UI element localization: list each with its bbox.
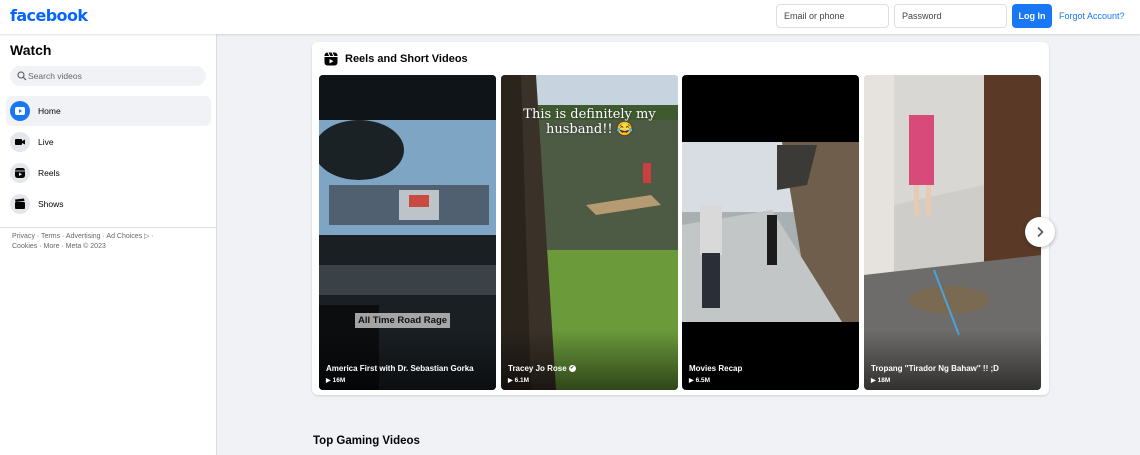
email-field[interactable] <box>776 4 889 28</box>
reel-views: ▶ 18M <box>871 377 891 384</box>
chevron-right-icon <box>1037 226 1044 238</box>
top-bar: facebook Log In Forgot Account? <box>0 0 1140 34</box>
verified-badge-icon: ✔ <box>568 365 576 373</box>
sidebar-item-shows[interactable]: Shows <box>6 189 211 219</box>
reel-card[interactable]: Tropang ''Tirador Ng Bahaw'' !! ;D ▶ 18M <box>864 75 1041 390</box>
sidebar-item-label: Reels <box>38 168 60 178</box>
reel-card[interactable]: Movies Recap ▶ 6.5M <box>682 75 859 390</box>
play-icon: ▶ <box>508 378 513 384</box>
gaming-section-title: Top Gaming Videos <box>313 435 420 447</box>
reel-views: ▶ 6.5M <box>689 377 711 384</box>
sidebar-item-label: Home <box>38 106 61 116</box>
reel-overlay-text: All Time Road Rage <box>355 313 451 328</box>
sidebar: Watch Home Live Reels Shows Privacy · Te… <box>0 34 217 455</box>
clapperboard-icon <box>10 194 30 214</box>
sidebar-title: Watch <box>10 42 52 58</box>
footer-links[interactable]: Privacy · Terms · Advertising · Ad Choic… <box>12 232 172 251</box>
play-icon <box>10 101 30 121</box>
play-icon: ▶ <box>871 378 876 384</box>
sidebar-item-label: Shows <box>38 199 64 209</box>
reels-icon <box>324 52 338 66</box>
sidebar-divider <box>0 227 216 228</box>
reel-views: ▶ 16M <box>326 377 346 384</box>
sidebar-item-label: Live <box>38 137 54 147</box>
search-box[interactable] <box>10 66 206 86</box>
sidebar-item-live[interactable]: Live <box>6 127 211 157</box>
reel-card[interactable]: This is definitely my husband!! 😂 Tracey… <box>501 75 678 390</box>
password-field[interactable] <box>894 4 1007 28</box>
search-input[interactable] <box>28 66 198 86</box>
forgot-account-link[interactable]: Forgot Account? <box>1059 11 1125 21</box>
reels-section-title: Reels and Short Videos <box>345 53 468 65</box>
play-icon: ▶ <box>326 378 331 384</box>
next-reels-button[interactable] <box>1025 217 1055 247</box>
facebook-logo[interactable]: facebook <box>10 6 88 25</box>
sidebar-item-reels[interactable]: Reels <box>6 158 211 188</box>
live-camera-icon <box>10 132 30 152</box>
reel-author[interactable]: America First with Dr. Sebastian Gorka <box>326 364 474 373</box>
reels-icon <box>10 163 30 183</box>
reel-author[interactable]: Movies Recap <box>689 364 742 373</box>
reel-card[interactable]: All Time Road Rage America First with Dr… <box>319 75 496 390</box>
login-button[interactable]: Log In <box>1012 4 1052 28</box>
search-icon <box>17 71 27 81</box>
reel-author[interactable]: Tropang ''Tirador Ng Bahaw'' !! ;D <box>871 364 999 373</box>
reel-overlay-text: This is definitely my husband!! 😂 <box>523 107 656 137</box>
sidebar-item-home[interactable]: Home <box>6 96 211 126</box>
play-icon: ▶ <box>689 378 694 384</box>
reels-card: Reels and Short Videos All Time Road Rag… <box>312 42 1049 395</box>
reel-views: ▶ 6.1M <box>508 377 530 384</box>
reel-author[interactable]: Tracey Jo Rose ✔ <box>508 364 576 373</box>
